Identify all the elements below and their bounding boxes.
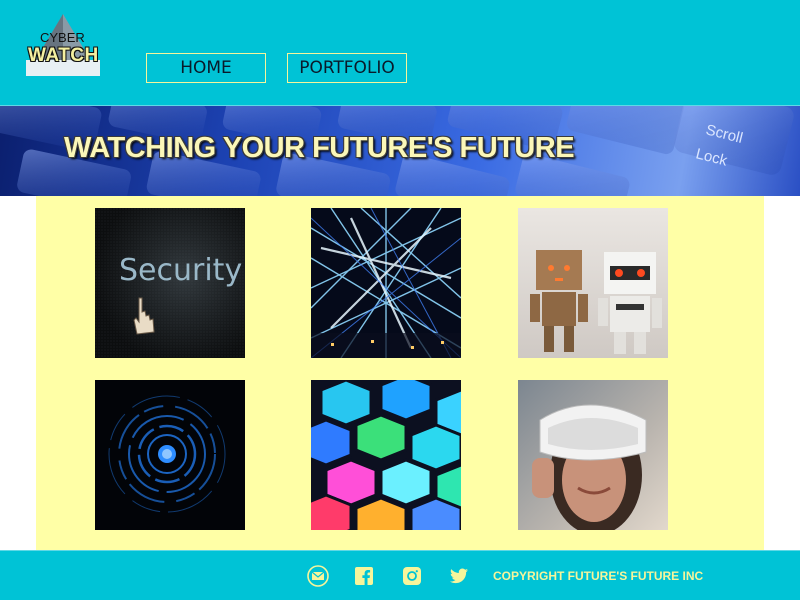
light-network-image[interactable]	[311, 208, 461, 358]
logo-text-watch: WATCH	[28, 45, 99, 66]
banner-title: WATCHING YOUR FUTURE'S FUTURE	[64, 132, 575, 164]
facebook-icon[interactable]	[355, 567, 373, 585]
twitter-icon[interactable]	[450, 568, 468, 584]
logo-text-cyber: CYBER	[40, 30, 85, 45]
hexagon-lights-image[interactable]	[311, 380, 461, 530]
hero-banner: Scroll Lock WATCHING YOUR FUTURE'S FUTUR…	[0, 106, 800, 196]
vr-headset-image[interactable]	[518, 380, 668, 530]
site-logo[interactable]: CYBER WATCH	[22, 12, 104, 80]
email-icon[interactable]	[307, 565, 329, 587]
security-word: Security	[119, 253, 242, 288]
nav-portfolio-button[interactable]: PORTFOLIO	[287, 53, 407, 83]
site-header: CYBER WATCH HOME PORTFOLIO	[0, 0, 800, 106]
security-screen-image[interactable]: Security	[95, 208, 245, 358]
instagram-icon[interactable]	[403, 567, 421, 585]
toy-robots-image[interactable]	[518, 208, 668, 358]
nav-home-button[interactable]: HOME	[146, 53, 266, 83]
blue-circles-image[interactable]	[95, 380, 245, 530]
site-footer: COPYRIGHT FUTURE'S FUTURE INC	[0, 550, 800, 600]
copyright-text: COPYRIGHT FUTURE'S FUTURE INC	[493, 569, 704, 583]
gallery-area: Security	[36, 196, 764, 550]
